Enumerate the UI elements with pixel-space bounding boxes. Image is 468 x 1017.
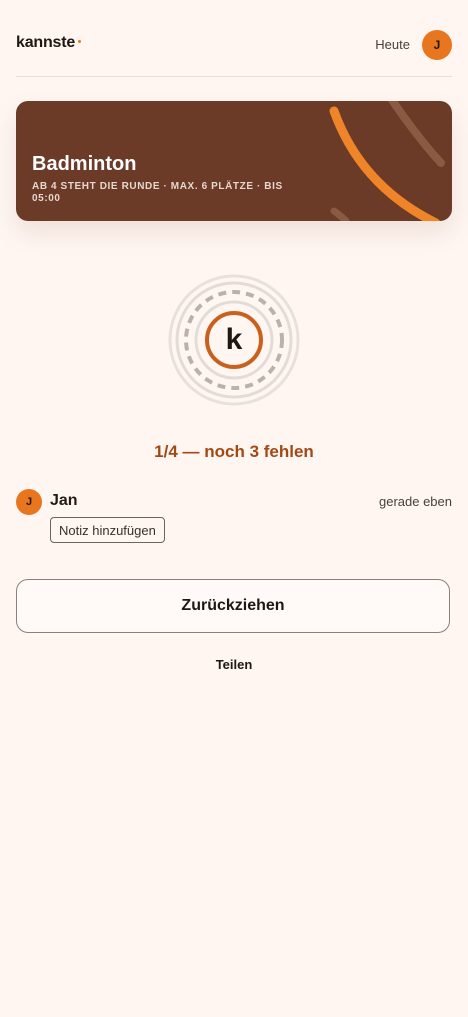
logo-dot-icon [78,40,81,43]
participant-avatar: J [16,489,42,515]
progress-emblem: k [167,273,301,407]
today-link[interactable]: Heute [375,37,410,52]
user-avatar[interactable]: J [422,30,452,60]
share-link[interactable]: Teilen [0,657,468,672]
event-title: Badminton [32,153,137,175]
event-card: Badminton AB 4 STEHT DIE RUNDE · MAX. 6 … [16,101,452,221]
top-bar: kannste Heute J [16,0,452,77]
participant-name: Jan [50,492,78,509]
participant-time: gerade eben [378,494,452,509]
app-logo[interactable]: kannste [16,34,75,52]
withdraw-button[interactable]: Zurückziehen [16,579,450,633]
event-subtitle: AB 4 STEHT DIE RUNDE · MAX. 6 PLÄTZE · B… [32,181,283,204]
emblem-letter: k [225,323,243,356]
add-note-button[interactable]: Notiz hinzufügen [50,517,165,543]
status-text: 1/4 — noch 3 fehlen [154,442,314,461]
